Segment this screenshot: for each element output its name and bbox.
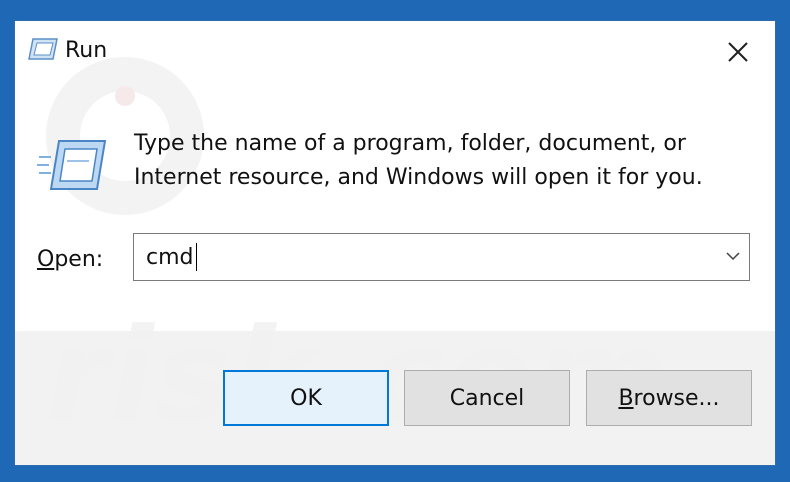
chevron-down-icon[interactable] <box>723 246 743 266</box>
ok-button-label: OK <box>290 385 322 411</box>
open-label: Open: <box>37 247 103 272</box>
cancel-button-label: Cancel <box>449 385 525 411</box>
close-icon <box>728 42 748 62</box>
window-title: Run <box>65 38 108 63</box>
open-label-mnemonic: O <box>37 247 55 272</box>
title-bar[interactable]: Run <box>15 21 775 83</box>
close-button[interactable] <box>701 21 775 83</box>
description: Type the name of a program, folder, docu… <box>134 127 754 195</box>
open-label-text: pen: <box>54 247 104 272</box>
description-line-2: Internet resource, and Windows will open… <box>134 165 703 190</box>
run-dialog: risk.com Run Type the name of a program,… <box>14 20 776 466</box>
browse-mnemonic: B <box>618 385 634 411</box>
run-icon <box>28 38 58 60</box>
cancel-button[interactable]: Cancel <box>404 370 570 426</box>
open-input[interactable] <box>146 243 686 271</box>
description-line-1: Type the name of a program, folder, docu… <box>134 131 686 156</box>
text-caret <box>196 243 197 271</box>
run-icon <box>37 140 107 190</box>
browse-button[interactable]: Browse... <box>586 370 752 426</box>
open-combobox[interactable] <box>133 233 750 281</box>
browse-label-text: rowse... <box>633 385 720 411</box>
ok-button[interactable]: OK <box>223 370 389 426</box>
browse-button-label: Browse... <box>618 386 719 411</box>
